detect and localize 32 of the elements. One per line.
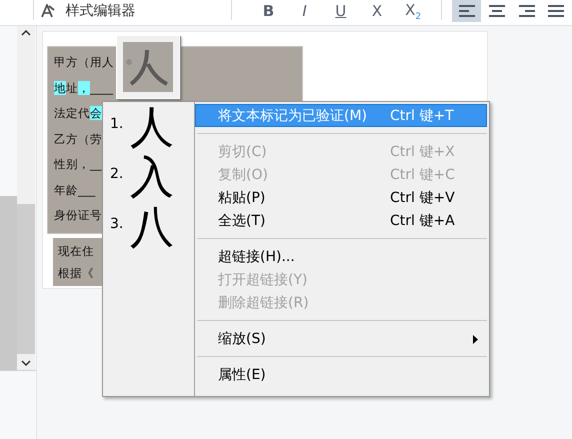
document-line: 地址，____ — [54, 80, 113, 97]
format-button[interactable]: I — [286, 0, 323, 22]
style-editor-button[interactable]: 样式编辑器 — [33, 0, 214, 22]
document-line: 根据《 — [58, 264, 94, 282]
document-line: 身份证号 — [54, 207, 102, 224]
submenu-arrow-icon — [473, 335, 478, 344]
scrollbar[interactable] — [17, 26, 35, 370]
format-button[interactable]: X — [358, 0, 396, 22]
menu-item[interactable]: 全选(T) Ctrl 键+A — [195, 209, 487, 232]
document-line: 年龄___ — [54, 182, 96, 199]
menu-item[interactable]: 超链接(H)... — [195, 245, 487, 268]
scroll-up-icon[interactable] — [21, 30, 31, 36]
document-line: 性别，__ — [54, 156, 102, 173]
document-line: 甲方（用人 — [54, 54, 114, 71]
menu-item[interactable]: 将文本标记为已验证(M) Ctrl 键+T — [195, 104, 487, 127]
menu-item[interactable]: 缩放(S) — [195, 327, 487, 350]
align-left-icon — [458, 5, 475, 17]
menu-item[interactable]: 属性(E) — [195, 363, 487, 386]
document-line: 现在住 — [58, 242, 94, 260]
format-button[interactable]: X$_{2}$ — [395, 0, 432, 22]
menu-item[interactable]: 粘贴(P) Ctrl 键+V — [195, 186, 487, 209]
scroll-thumb[interactable] — [17, 204, 35, 354]
align-right-icon — [518, 5, 535, 17]
align-button[interactable] — [452, 0, 482, 22]
align-justify-icon — [548, 5, 564, 17]
format-button[interactable]: B — [250, 0, 286, 22]
text-style-icon — [41, 4, 56, 18]
scroll-down-icon[interactable] — [21, 360, 31, 366]
format-button[interactable]: U — [322, 0, 359, 22]
align-center-icon — [488, 5, 505, 17]
document-line: 法定代会 — [54, 105, 102, 122]
document-line: 乙方（劳 — [54, 130, 102, 148]
